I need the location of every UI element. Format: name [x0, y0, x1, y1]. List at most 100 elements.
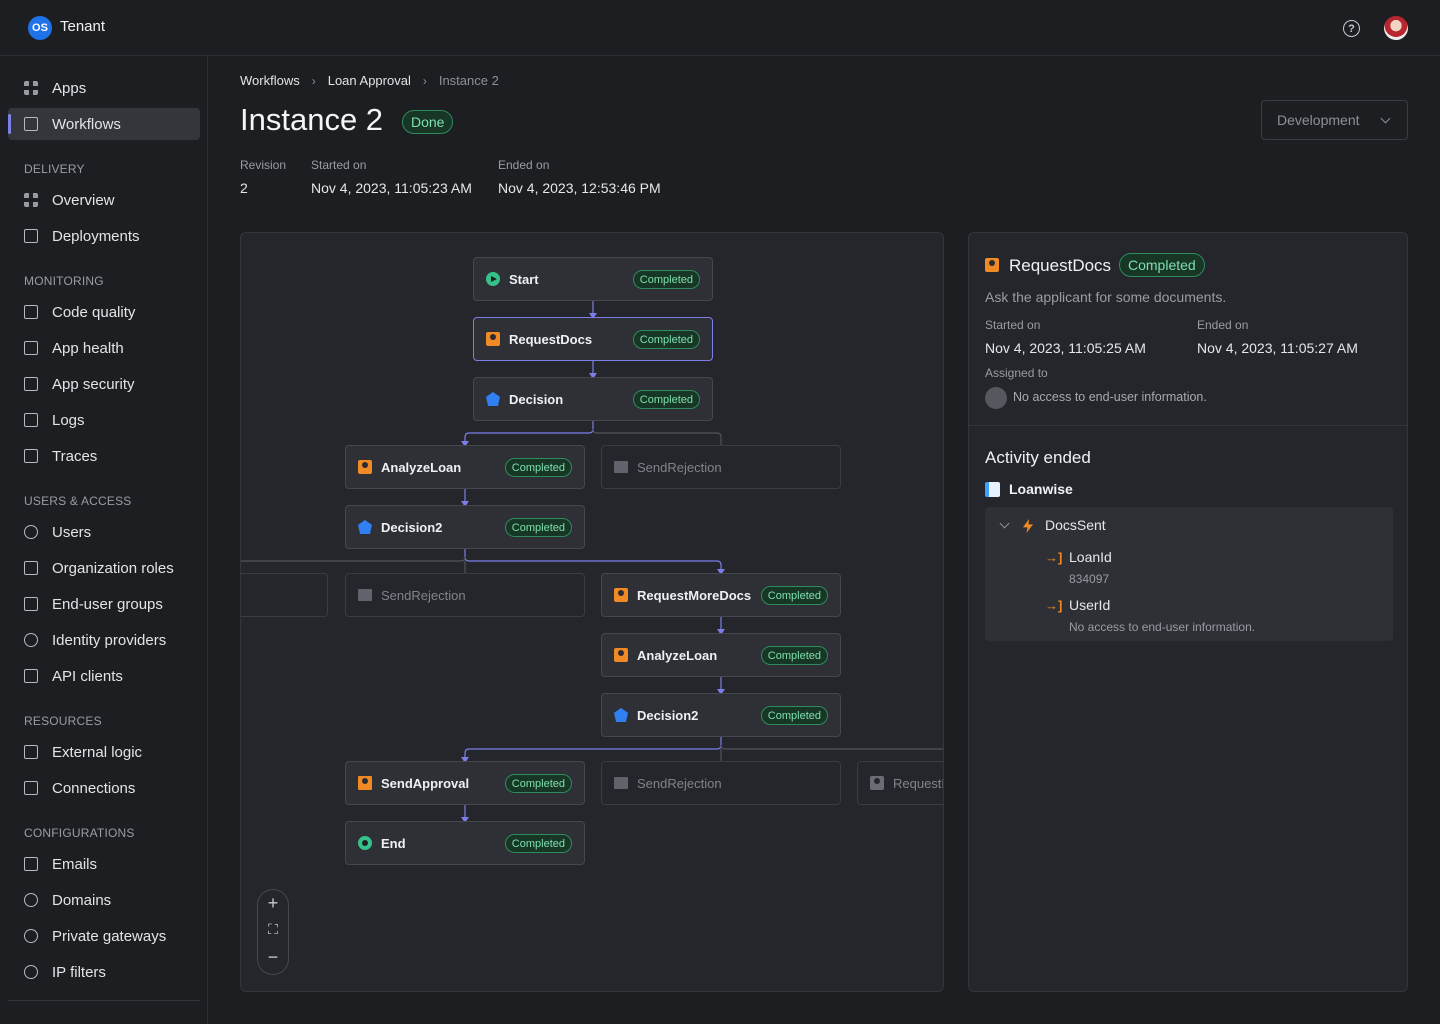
- package-icon: [24, 229, 38, 243]
- breadcrumb-current: Instance 2: [438, 73, 499, 88]
- breadcrumb-loan-approval[interactable]: Loan Approval: [328, 73, 411, 88]
- sidebar-item-identity-providers[interactable]: Identity providers: [8, 624, 200, 656]
- human-task-icon: [486, 332, 500, 346]
- api-client-icon: [24, 669, 38, 683]
- workflow-canvas[interactable]: Start Completed RequestDocs Completed De…: [240, 232, 944, 992]
- param-name: LoanId: [1069, 549, 1112, 565]
- node-label: Decision2: [381, 519, 443, 535]
- workflow-node[interactable]: Start Completed: [473, 257, 713, 301]
- traces-icon: [24, 449, 38, 463]
- input-arrow-icon: →]: [1045, 550, 1063, 565]
- node-status-badge: Completed: [632, 270, 700, 289]
- divider: [8, 1000, 200, 1001]
- workflow-node-skipped[interactable]: SendRejection: [345, 573, 585, 617]
- sidebar-item-label: Connections: [52, 779, 136, 797]
- sidebar-item-label: Traces: [52, 447, 98, 465]
- sidebar-item-label: Overview: [52, 191, 115, 209]
- sidebar-item-external-logic[interactable]: External logic: [8, 736, 200, 768]
- sidebar-item-app-health[interactable]: App health: [8, 332, 200, 364]
- node-label: SendRejection: [637, 459, 722, 475]
- workflow-node[interactable]: RequestMoreDocs Completed: [601, 573, 841, 617]
- sidebar-item-label: Private gateways: [52, 927, 167, 945]
- decision-icon: [358, 520, 372, 534]
- tenant-logo-icon[interactable]: OS: [28, 16, 52, 40]
- sidebar-item-ip-filters[interactable]: IP filters: [8, 956, 200, 988]
- sidebar-item-connections[interactable]: Connections: [8, 772, 200, 804]
- sidebar-item-apps[interactable]: Apps: [8, 72, 200, 104]
- environment-select[interactable]: Development: [1261, 100, 1408, 140]
- chevron-down-icon: [1380, 113, 1391, 124]
- details-panel: RequestDocs Completed Ask the applicant …: [968, 232, 1408, 992]
- sidebar-item-private-gateways[interactable]: Private gateways: [8, 920, 200, 952]
- send-task-icon: [358, 776, 372, 790]
- help-icon[interactable]: ?: [1343, 20, 1360, 37]
- workflow-node[interactable]: End Completed: [345, 821, 585, 865]
- started-label: Started on: [311, 158, 367, 172]
- sidebar-item-overview[interactable]: Overview: [8, 184, 200, 216]
- sidebar-item-deployments[interactable]: Deployments: [8, 220, 200, 252]
- workflow-node-skipped[interactable]: RequestI: [857, 761, 943, 805]
- sidebar-item-label: Code quality: [52, 303, 136, 321]
- revision-value: 2: [240, 180, 248, 196]
- event-details: DocsSent →] LoanId 834097 →] UserId No a…: [985, 507, 1393, 641]
- workflow-node-skipped[interactable]: SendRejection: [601, 445, 841, 489]
- breadcrumb-workflows[interactable]: Workflows: [240, 73, 300, 88]
- workflow-node-skipped[interactable]: SendRejection: [601, 761, 841, 805]
- start-icon: [486, 272, 500, 286]
- sidebar-item-users[interactable]: Users: [8, 516, 200, 548]
- human-task-icon: [870, 776, 884, 790]
- node-status-badge: Completed: [760, 646, 828, 665]
- connections-icon: [24, 781, 38, 795]
- node-status-badge: Completed: [760, 706, 828, 725]
- chevron-down-icon[interactable]: [999, 518, 1010, 529]
- input-arrow-icon: →]: [1045, 598, 1063, 613]
- workflow-node-offscreen[interactable]: [241, 573, 328, 617]
- sidebar-item-organization-roles[interactable]: Organization roles: [8, 552, 200, 584]
- divider: [969, 425, 1407, 426]
- node-label: AnalyzeLoan: [381, 459, 462, 475]
- top-bar: OS Tenant ?: [0, 0, 1440, 56]
- sidebar-item-code-quality[interactable]: Code quality: [8, 296, 200, 328]
- section-users-access: USERS & ACCESS: [24, 494, 132, 508]
- workflow-node[interactable]: Decision2 Completed: [601, 693, 841, 737]
- app-icon: [985, 482, 1000, 497]
- sidebar-item-emails[interactable]: Emails: [8, 848, 200, 880]
- users-icon: [24, 525, 38, 539]
- sidebar-item-label: Identity providers: [52, 631, 167, 649]
- sidebar-item-api-clients[interactable]: API clients: [8, 660, 200, 692]
- chevron-right-icon: ›: [311, 73, 316, 88]
- user-avatar[interactable]: [1384, 16, 1408, 40]
- param-value: No access to end-user information.: [1069, 620, 1256, 634]
- workflow-node[interactable]: AnalyzeLoan Completed: [345, 445, 585, 489]
- section-configurations: CONFIGURATIONS: [24, 826, 135, 840]
- sidebar-item-app-security[interactable]: App security: [8, 368, 200, 400]
- zoom-in-button[interactable]: +: [258, 893, 288, 914]
- mail-icon: [24, 857, 38, 871]
- sidebar-item-workflows[interactable]: Workflows: [8, 108, 200, 140]
- activity-name: RequestDocs: [1009, 256, 1112, 275]
- skipped-icon: [614, 777, 628, 789]
- workflow-node[interactable]: Decision Completed: [473, 377, 713, 421]
- sidebar-item-label: IP filters: [52, 963, 106, 981]
- sidebar-item-traces[interactable]: Traces: [8, 440, 200, 472]
- tenant-name[interactable]: Tenant: [60, 18, 105, 35]
- node-label: End: [381, 835, 406, 851]
- workflow-node-selected[interactable]: RequestDocs Completed: [473, 317, 713, 361]
- sidebar-item-logs[interactable]: Logs: [8, 404, 200, 436]
- sidebar-item-label: Logs: [52, 411, 85, 429]
- fit-view-button[interactable]: ⛶: [258, 921, 288, 938]
- node-status-badge: Completed: [504, 458, 572, 477]
- workflow-node[interactable]: Decision2 Completed: [345, 505, 585, 549]
- apps-icon: [24, 81, 38, 95]
- revision-label: Revision: [240, 158, 287, 172]
- workflow-node[interactable]: AnalyzeLoan Completed: [601, 633, 841, 677]
- app-name: Loanwise: [1009, 481, 1073, 497]
- activity-status-badge: Completed: [1119, 253, 1205, 277]
- zoom-out-button[interactable]: −: [258, 947, 288, 968]
- sidebar-item-domains[interactable]: Domains: [8, 884, 200, 916]
- started-value: Nov 4, 2023, 11:05:23 AM: [311, 180, 472, 196]
- sidebar-item-label: Organization roles: [52, 559, 174, 577]
- sidebar-item-end-user-groups[interactable]: End-user groups: [8, 588, 200, 620]
- ended-value: Nov 4, 2023, 12:53:46 PM: [498, 180, 661, 196]
- workflow-node[interactable]: SendApproval Completed: [345, 761, 585, 805]
